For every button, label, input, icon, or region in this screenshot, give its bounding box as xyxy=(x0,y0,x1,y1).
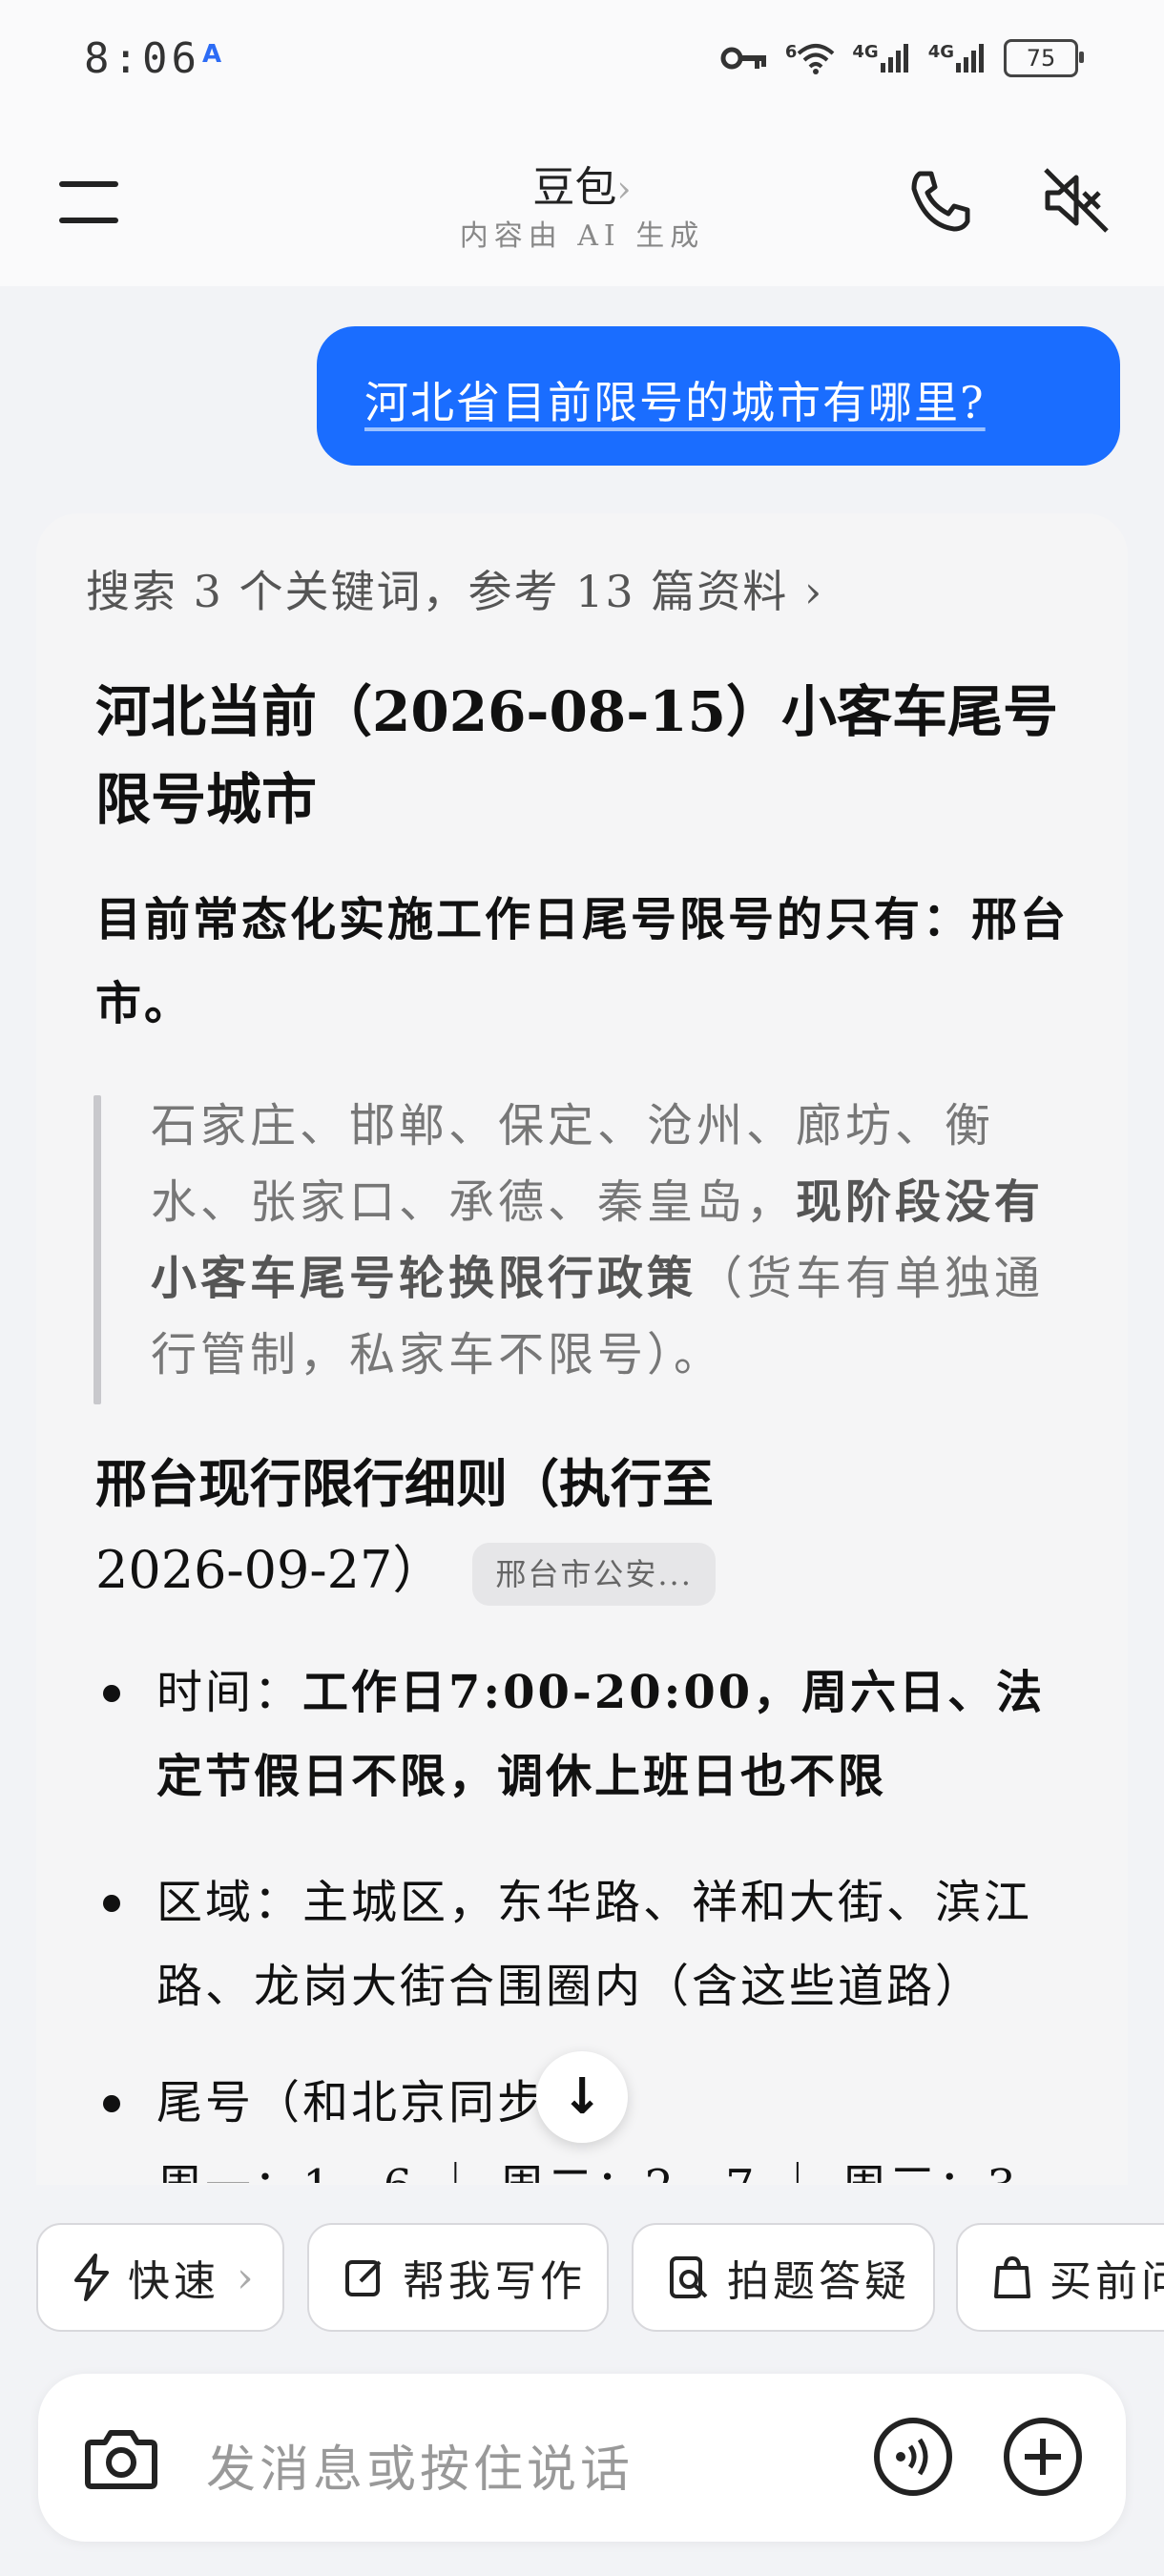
lightning-icon xyxy=(74,2254,109,2301)
source-chip[interactable]: 邢台市公安... xyxy=(472,1542,716,1606)
mute-speaker-icon[interactable] xyxy=(1040,164,1112,237)
bullet-text: （和北京同步 xyxy=(254,2076,547,2129)
bullet-label: 时间： xyxy=(156,1666,303,1719)
quick-action-label: 拍题答疑 xyxy=(727,2257,910,2306)
ai-disclaimer: 内容由 AI 生成 xyxy=(459,219,705,253)
bullet-label: 区域： xyxy=(156,1876,303,1929)
quick-action-label: 买前问 xyxy=(1050,2257,1164,2306)
battery-level: 75 xyxy=(1026,45,1056,72)
battery-icon: 75 xyxy=(1004,39,1084,77)
edit-icon xyxy=(345,2260,382,2296)
camera-icon[interactable] xyxy=(82,2420,160,2498)
quick-action-label: 帮我写作 xyxy=(403,2257,586,2306)
key-icon xyxy=(720,47,766,70)
quick-action-shopping[interactable]: 买前问 xyxy=(956,2223,1164,2332)
status-icons: 6 4G 4G 75 xyxy=(720,34,1084,82)
quick-action-fast[interactable]: 快速 › xyxy=(36,2223,284,2332)
voice-icon[interactable] xyxy=(872,2416,954,2498)
answer-quote: 石家庄、邯郸、保定、沧州、廊坊、衡水、张家口、承德、秦皇岛，现阶段没有小客车尾号… xyxy=(151,1088,1067,1393)
subheading-date: 2026-09-27） xyxy=(95,1540,445,1600)
wifi-icon: 6 xyxy=(785,42,836,74)
list-item: 区域：主城区，东华路、祥和大街、滨江路、龙岗大街合围圈内（含这些道路） xyxy=(95,1860,1078,2028)
bullet xyxy=(103,1895,120,1912)
signal-icon-2: 4G xyxy=(928,42,987,74)
status-indicator: A xyxy=(202,40,222,69)
answer-subheading: 邢台现行限行细则（执行至 2026-09-27） 邢台市公安... xyxy=(95,1441,1078,1613)
answer-lead: 目前常态化实施工作日尾号限号的只有：邢台市。 xyxy=(95,893,1070,1030)
wifi-label: 6 xyxy=(784,42,798,62)
phone-icon[interactable] xyxy=(906,168,973,235)
answer-heading: 河北当前（2026-08-15）小客车尾号限号城市 xyxy=(95,679,1058,832)
user-message-text: 河北省目前限号的城市有哪里? xyxy=(364,377,986,428)
network-label-2: 4G xyxy=(927,42,954,62)
chevron-right-icon: › xyxy=(616,168,632,210)
arrow-down-icon: ↓ xyxy=(561,2068,603,2126)
quick-action-label: 快速 xyxy=(128,2257,219,2306)
network-label: 4G xyxy=(852,42,879,62)
status-time: 8:06 xyxy=(84,34,200,83)
signal-icon: 4G xyxy=(852,42,910,74)
list-item: 时间：工作日7:00-20:00，周六日、法定节假日不限，调休上班日也不限 xyxy=(95,1651,1078,1818)
message-input[interactable]: 发消息或按住说话 xyxy=(206,2429,634,2501)
shopping-bag-icon xyxy=(994,2255,1030,2298)
chat-title[interactable]: 豆包› xyxy=(0,153,1164,214)
bullet xyxy=(103,2095,120,2112)
bullet xyxy=(103,1685,120,1702)
bullet-text-continued: 周一：1、6 ｜ 周二：2、7 ｜ 周三：3、8 ｜ xyxy=(156,2160,1068,2183)
plus-icon[interactable] xyxy=(1002,2416,1084,2498)
chevron-right-icon: › xyxy=(237,2253,258,2302)
search-summary-link[interactable]: 搜索 3 个关键词，参考 13 篇资料 › xyxy=(86,557,823,620)
quick-action-writing[interactable]: 帮我写作 xyxy=(307,2223,609,2332)
scroll-down-button[interactable]: ↓ xyxy=(536,2051,628,2143)
scan-search-icon xyxy=(670,2256,708,2298)
quick-action-photo-question[interactable]: 拍题答疑 xyxy=(632,2223,935,2332)
bullet-label: 尾号 xyxy=(156,2076,255,2129)
subheading-text: 邢台现行限行细则（执行至 xyxy=(95,1453,714,1514)
chat-title-text: 豆包 xyxy=(532,163,617,212)
quote-bar xyxy=(94,1095,101,1404)
